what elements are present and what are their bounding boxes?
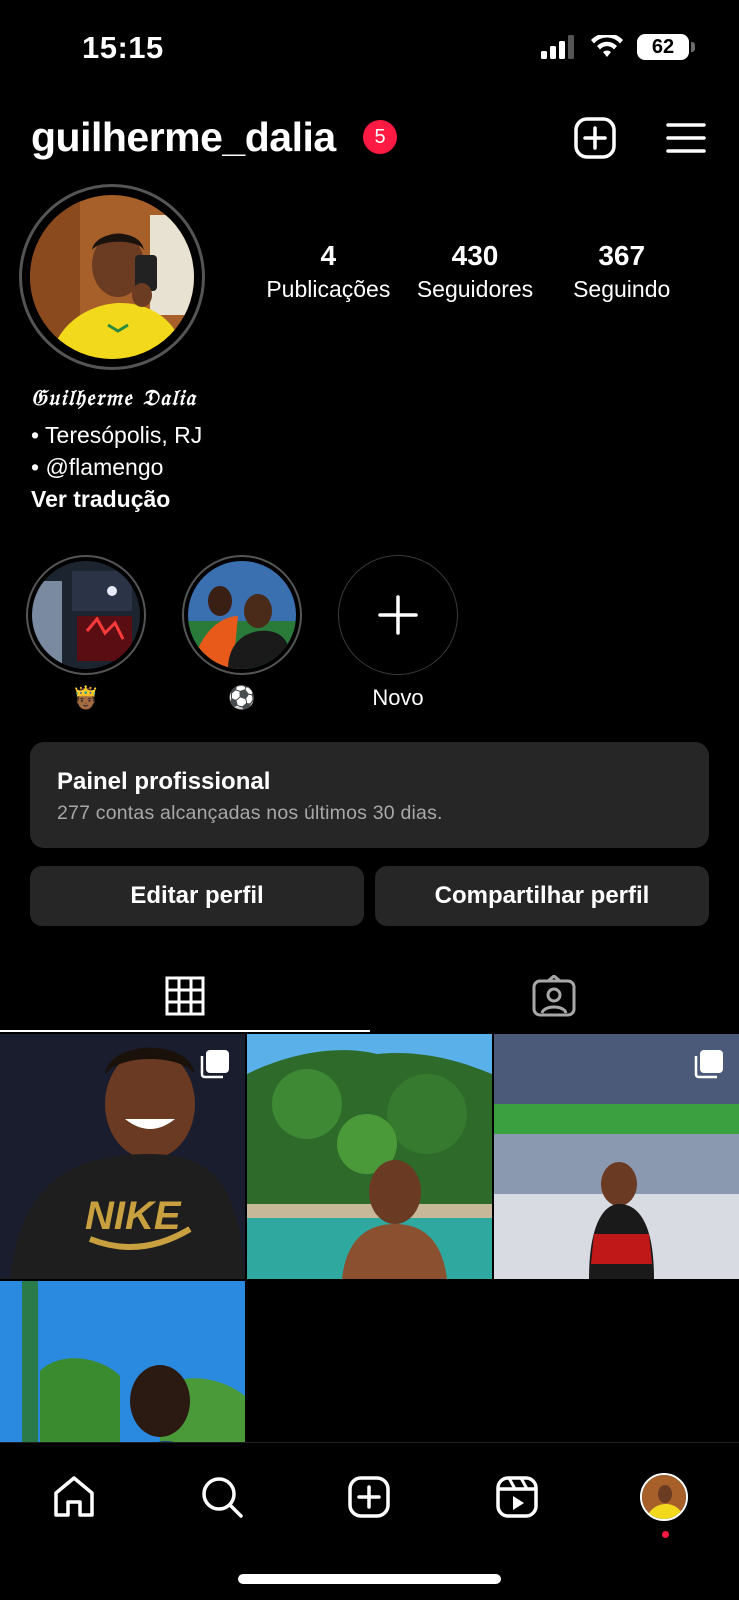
see-translation-link[interactable]: Ver tradução: [31, 483, 202, 515]
profile-tabs: [0, 960, 739, 1032]
tab-tagged[interactable]: [370, 960, 739, 1032]
stat-following[interactable]: 367 Seguindo: [548, 240, 695, 303]
plus-icon: [378, 595, 418, 635]
battery-icon: 62: [637, 34, 695, 60]
dashboard-subtitle: 277 contas alcançadas nos últimos 30 dia…: [57, 802, 443, 824]
notification-badge[interactable]: 5: [363, 120, 397, 154]
reels-icon: [496, 1476, 538, 1518]
profile-avatar-ring[interactable]: [19, 184, 205, 370]
stat-posts-label: Publicações: [266, 276, 391, 302]
nav-profile[interactable]: [634, 1467, 694, 1527]
profile-avatar: [30, 195, 194, 359]
svg-text:NIKE: NIKE: [85, 1194, 182, 1238]
nav-reels[interactable]: [487, 1467, 547, 1527]
grid-icon: [165, 976, 205, 1016]
highlight-item[interactable]: ⚽️: [182, 555, 302, 713]
home-icon: [54, 1476, 94, 1517]
stat-posts[interactable]: 4 Publicações: [255, 240, 402, 303]
profile-stats: 4 Publicações 430 Seguidores 367 Seguind…: [255, 240, 695, 303]
nav-search[interactable]: [192, 1467, 252, 1527]
bio-line-mention[interactable]: • @flamengo: [31, 451, 202, 483]
search-icon: [202, 1477, 243, 1518]
stat-following-count: 367: [598, 240, 646, 271]
battery-level: 62: [651, 35, 675, 58]
nav-create[interactable]: [339, 1467, 399, 1527]
highlight-thumbnail: [188, 561, 296, 669]
post-thumbnail[interactable]: NIKE: [0, 1034, 245, 1279]
status-time: 15:15: [82, 30, 164, 65]
carousel-icon: [694, 1050, 723, 1079]
create-icon: [574, 117, 616, 159]
status-icons: 62: [541, 34, 695, 60]
wifi-icon: [591, 35, 623, 57]
home-indicator[interactable]: [238, 1574, 501, 1584]
highlight-ring: [26, 555, 146, 675]
stat-followers-label: Seguidores: [416, 276, 534, 302]
signal-icon: [541, 35, 574, 59]
highlight-label: ⚽️: [228, 685, 256, 710]
stat-posts-count: 4: [320, 240, 337, 271]
create-icon: [348, 1476, 390, 1518]
nav-home[interactable]: [44, 1467, 104, 1527]
profile-notification-dot: [662, 1531, 669, 1538]
edit-profile-button[interactable]: Editar perfil: [30, 866, 364, 926]
highlight-label: 🤴🏾: [72, 685, 100, 710]
display-name: 𝔊𝔲𝔦𝔩𝔥𝔢𝔯𝔪𝔢 𝔇𝔞𝔩𝔦𝔞: [31, 385, 197, 411]
menu-icon: [666, 123, 706, 153]
highlight-item[interactable]: 🤴🏾: [26, 555, 146, 713]
profile-avatar-small: [640, 1473, 688, 1521]
highlight-thumbnail: [32, 561, 140, 669]
status-bar: 15:15 62: [0, 0, 739, 100]
stat-followers[interactable]: 430 Seguidores: [402, 240, 549, 303]
profile-actions: Editar perfil Compartilhar perfil: [30, 866, 709, 926]
tagged-icon: [532, 975, 576, 1017]
story-highlights: 🤴🏾 ⚽️ Novo: [26, 555, 458, 713]
post-thumbnail[interactable]: [494, 1034, 739, 1279]
highlight-ring: [182, 555, 302, 675]
create-button[interactable]: [571, 114, 619, 162]
new-highlight-circle: [338, 555, 458, 675]
tab-posts-grid[interactable]: [0, 960, 370, 1032]
post-thumbnail[interactable]: [247, 1034, 492, 1279]
carousel-icon: [200, 1050, 229, 1079]
share-profile-button[interactable]: Compartilhar perfil: [375, 866, 709, 926]
profile-bio: 𝔊𝔲𝔦𝔩𝔥𝔢𝔯𝔪𝔢 𝔇𝔞𝔩𝔦𝔞 • Teresópolis, RJ • @fla…: [31, 385, 202, 515]
profile-header: guilherme_dalia 5: [0, 110, 739, 166]
stat-following-label: Seguindo: [573, 276, 671, 302]
menu-button[interactable]: [662, 114, 710, 162]
stat-followers-count: 430: [451, 240, 499, 271]
username[interactable]: guilherme_dalia: [31, 114, 336, 161]
new-highlight-label: Novo: [372, 685, 424, 710]
new-highlight[interactable]: Novo: [338, 555, 458, 713]
dashboard-title: Painel profissional: [57, 768, 271, 795]
professional-dashboard[interactable]: Painel profissional 277 contas alcançada…: [30, 742, 709, 848]
bio-line-location: • Teresópolis, RJ: [31, 422, 203, 448]
